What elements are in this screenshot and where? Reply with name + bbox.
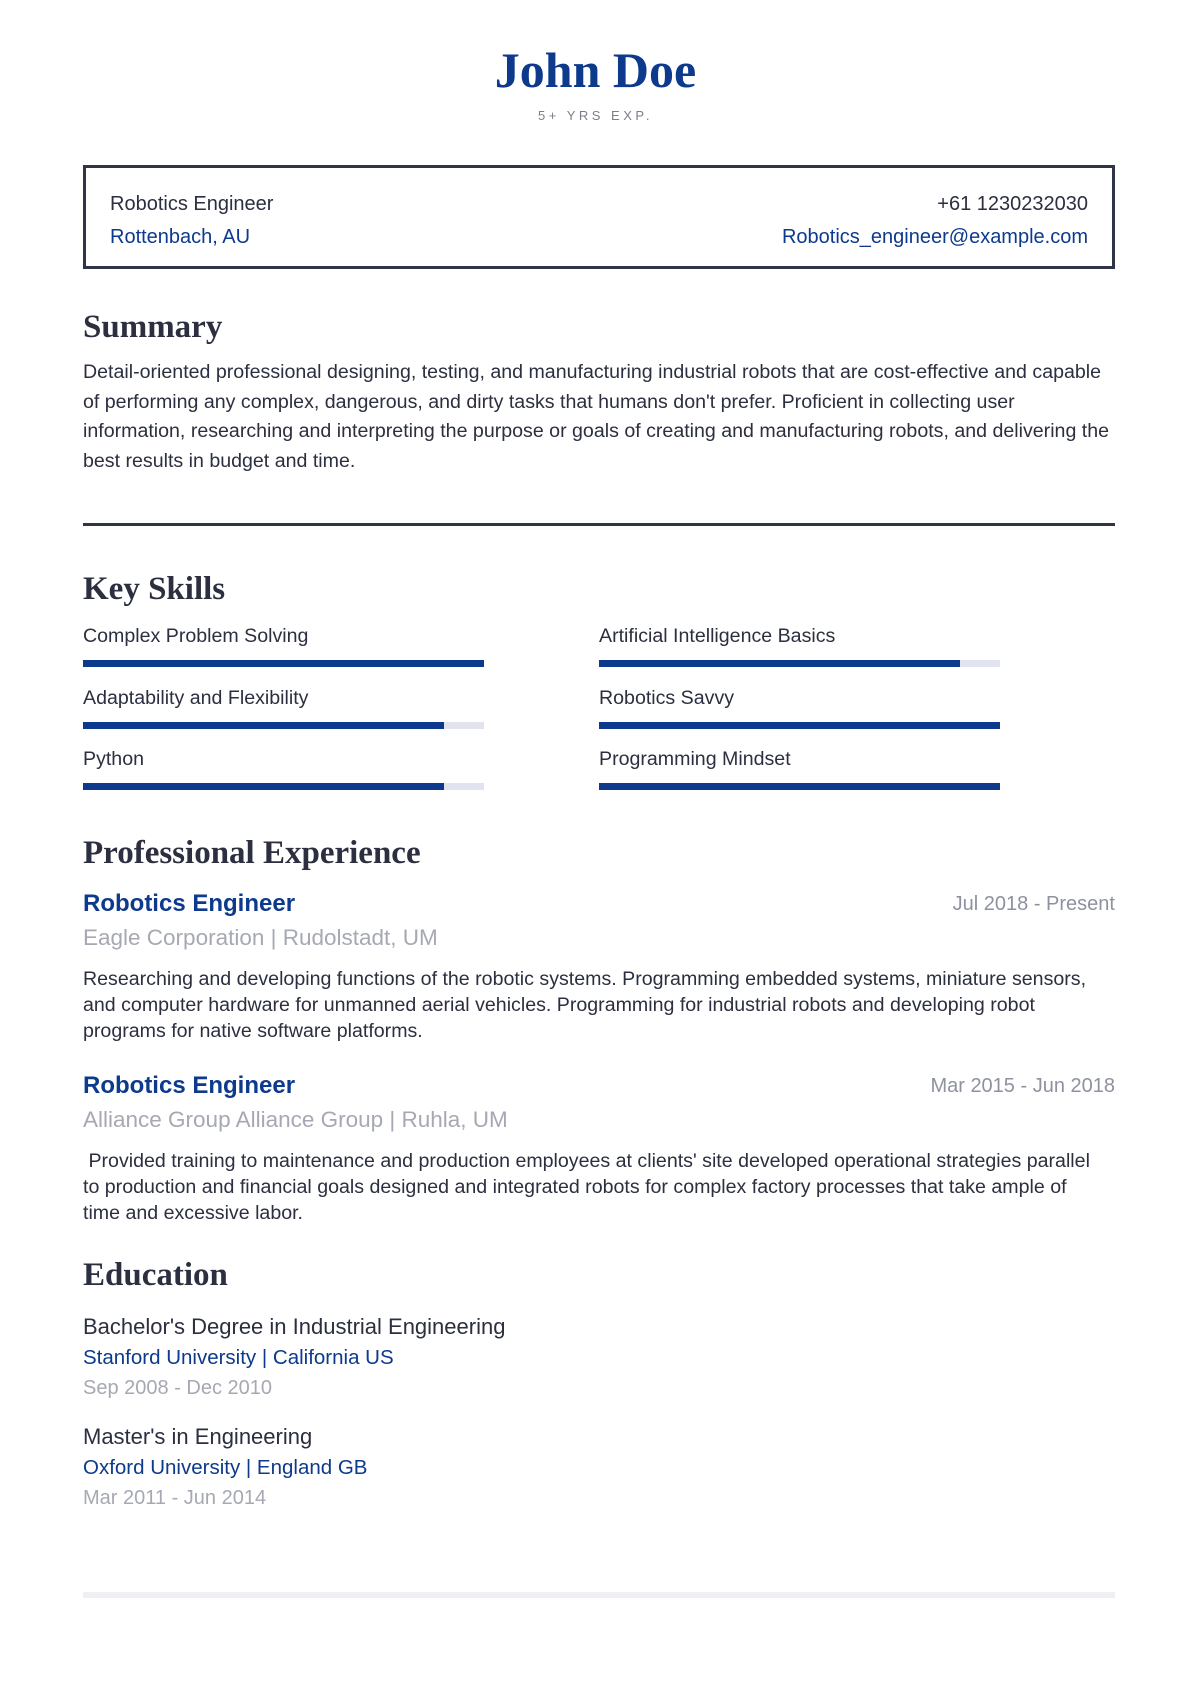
phone-number: +61 1230232030 xyxy=(937,193,1088,215)
skill-label: Robotics Savvy xyxy=(599,687,735,709)
education-dates: Mar 2011 - Jun 2014 xyxy=(83,1487,267,1509)
job-description: Researching and developing functions of … xyxy=(83,968,1087,1042)
skill-label: Complex Problem Solving xyxy=(83,625,309,647)
key-skills-heading: Key Skills xyxy=(83,571,226,607)
candidate-name: John Doe xyxy=(494,42,697,98)
school: Stanford University | California US xyxy=(83,1346,394,1369)
job-dates: Jul 2018 - Present xyxy=(952,893,1115,915)
skill-bar-fill xyxy=(83,722,444,729)
education-entry: Bachelor's Degree in Industrial Engineer… xyxy=(83,1313,783,1402)
skill-bar-track xyxy=(83,722,484,729)
skill-bar-fill xyxy=(83,660,484,667)
education-entry: Master's in Engineering Oxford Universit… xyxy=(83,1423,783,1512)
skill-bar-track xyxy=(599,783,1000,790)
skill-label: Programming Mindset xyxy=(599,748,791,770)
experience-years: 5+ YRS EXP. xyxy=(538,108,653,123)
skill-bar-fill xyxy=(83,783,444,790)
skill-label: Artificial Intelligence Basics xyxy=(599,625,836,647)
job-entry: Robotics Engineer Mar 2015 - Jun 2018 Al… xyxy=(83,1072,1115,1226)
skill-bar-track xyxy=(599,660,1000,667)
skill-bar-fill xyxy=(599,660,960,667)
skill-item: Complex Problem Solving xyxy=(83,624,484,667)
skill-item: Adaptability and Flexibility xyxy=(83,686,484,729)
section-divider xyxy=(83,523,1115,526)
summary-heading: Summary xyxy=(83,309,223,345)
job-title: Robotics Engineer xyxy=(110,193,274,215)
summary-text: Detail-oriented professional designing, … xyxy=(83,361,1110,472)
contact-box: Robotics Engineer Rottenbach, AU +61 123… xyxy=(83,165,1115,269)
skill-bar-fill xyxy=(599,722,1000,729)
skill-label: Adaptability and Flexibility xyxy=(83,687,309,709)
skill-item: Artificial Intelligence Basics xyxy=(599,624,1000,667)
email-link[interactable]: Robotics_engineer@example.com xyxy=(782,225,1088,249)
footer-divider xyxy=(83,1592,1115,1598)
degree: Bachelor's Degree in Industrial Engineer… xyxy=(83,1314,506,1339)
job-company: Alliance Group Alliance Group | Ruhla, U… xyxy=(83,1107,508,1132)
skill-bar-fill xyxy=(599,783,1000,790)
education-dates: Sep 2008 - Dec 2010 xyxy=(83,1377,273,1399)
job-description: Provided training to maintenance and pro… xyxy=(83,1150,1096,1224)
education-heading: Education xyxy=(83,1257,228,1293)
skill-label: Python xyxy=(83,748,145,770)
skill-bar-track xyxy=(599,722,1000,729)
degree: Master's in Engineering xyxy=(83,1424,313,1449)
skill-item: Robotics Savvy xyxy=(599,686,1000,729)
job-dates: Mar 2015 - Jun 2018 xyxy=(930,1075,1115,1097)
skill-item: Programming Mindset xyxy=(599,747,1000,790)
skill-bar-track xyxy=(83,783,484,790)
job-entry: Robotics Engineer Jul 2018 - Present Eag… xyxy=(83,890,1115,1044)
school: Oxford University | England GB xyxy=(83,1456,368,1479)
experience-heading: Professional Experience xyxy=(83,835,421,871)
skill-bar-track xyxy=(83,660,484,667)
location: Rottenbach, AU xyxy=(110,226,251,248)
skill-item: Python xyxy=(83,747,484,790)
job-company: Eagle Corporation | Rudolstadt, UM xyxy=(83,925,438,950)
